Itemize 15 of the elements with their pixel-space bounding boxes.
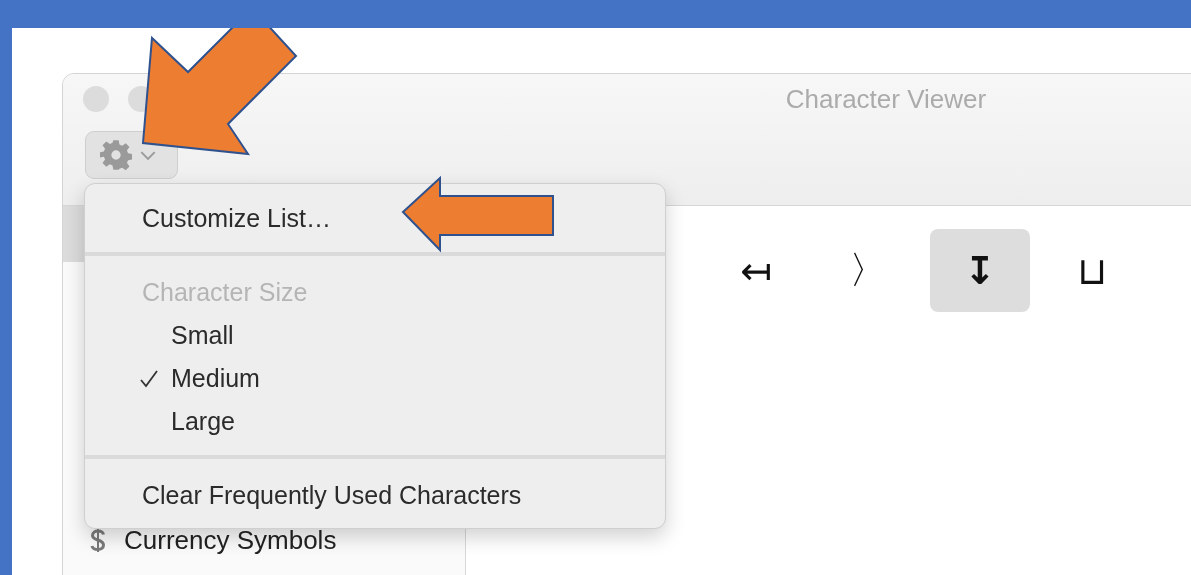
gear-icon <box>100 139 132 171</box>
menu-item[interactable]: Medium <box>171 357 260 400</box>
character-cell[interactable]: ⊔ <box>1042 229 1142 312</box>
menu-item[interactable]: Clear Frequently Used Characters <box>85 474 665 517</box>
chevron-down-icon <box>140 149 156 161</box>
window-title: Character Viewer <box>785 83 987 115</box>
menu-item[interactable]: Customize List… <box>85 197 665 240</box>
character-cell[interactable]: 〉 <box>818 229 918 312</box>
sidebar-item[interactable]: Currency Symbols <box>124 524 337 556</box>
character-cell[interactable]: ↧ <box>930 229 1030 312</box>
character-cell[interactable]: ↤ <box>706 229 806 312</box>
menu-item[interactable]: Small <box>171 314 234 357</box>
menu-item[interactable]: Large <box>171 400 235 443</box>
dollar-sign-icon <box>90 527 106 553</box>
menu-section-header: Character Size <box>141 277 309 308</box>
